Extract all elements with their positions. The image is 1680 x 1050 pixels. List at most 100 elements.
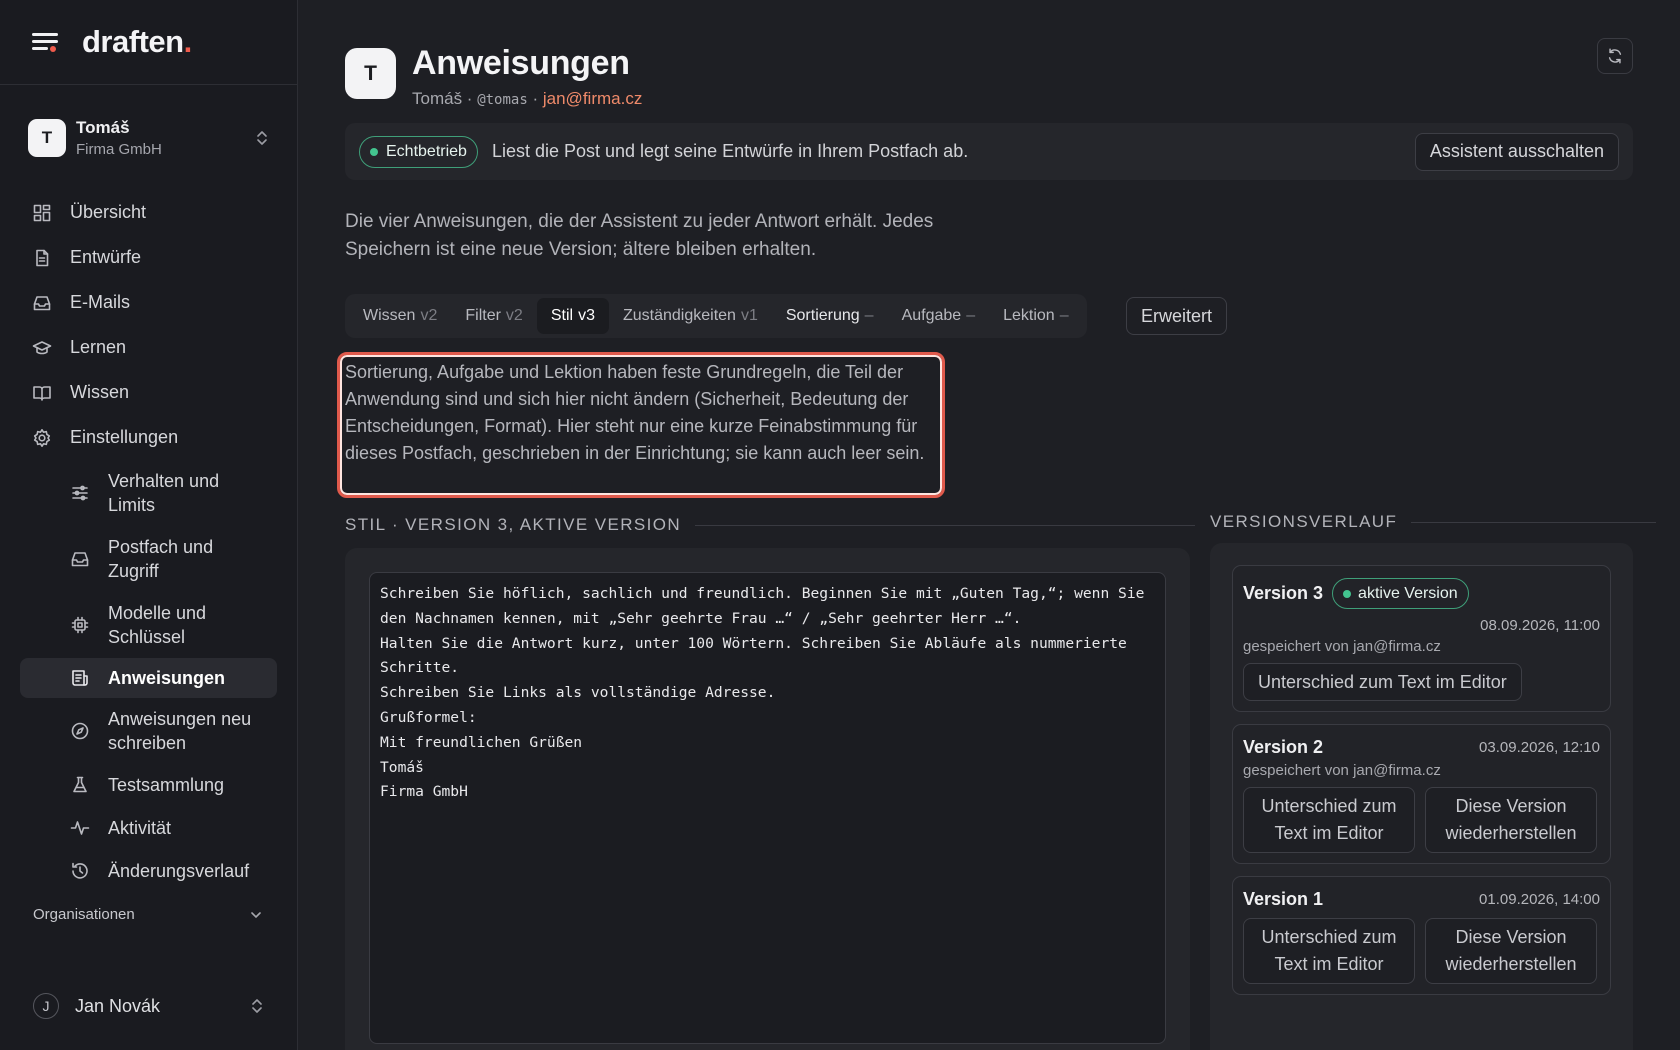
- nav-sub-label: Testsammlung: [108, 775, 225, 795]
- account-name: Tomáš: [76, 117, 130, 137]
- refresh-icon: [1608, 48, 1622, 64]
- refresh-button[interactable]: [1597, 38, 1633, 74]
- tab-sortierung[interactable]: Sortierung –: [772, 298, 888, 334]
- nav-item-label: Lernen: [70, 337, 127, 357]
- version-date: 03.09.2026, 12:10: [1479, 739, 1600, 756]
- nav-sub-postfach[interactable]: Postfach und Zugriff: [20, 526, 277, 592]
- tab-label: Aufgabe: [901, 307, 962, 324]
- brand-bar: draften.: [0, 0, 297, 85]
- book-icon: [32, 383, 52, 403]
- active-version-badge: aktive Version: [1332, 578, 1469, 609]
- nav-sub-label: Modelle und Schlüssel: [108, 603, 207, 647]
- graduation-cap-icon: [32, 338, 52, 358]
- account-switcher[interactable]: T Tomáš Firma GmbH: [0, 85, 297, 190]
- history-section-label: VERSIONSVERLAUF: [1210, 512, 1657, 532]
- tab-version: v3: [578, 307, 595, 324]
- intro-text: Die vier Anweisungen, die der Assistent …: [345, 211, 934, 260]
- divider: [1411, 521, 1657, 523]
- diff-button[interactable]: Unterschied zum Text im Editor: [1243, 663, 1522, 701]
- restore-version-button[interactable]: Diese Version wiederherstellen: [1425, 918, 1597, 984]
- divider: [695, 524, 1196, 526]
- app-logo[interactable]: draften.: [82, 24, 192, 60]
- instruction-tabs: Wissen v2 Filter v2 Stil v3 Zuständigkeiten…: [345, 294, 1087, 338]
- assistant-avatar: T: [345, 48, 396, 99]
- tab-label: Stil: [550, 307, 574, 324]
- nav-sub-aktivitaet[interactable]: Aktivität: [20, 806, 277, 849]
- status-dot-icon: [370, 147, 378, 156]
- version-date: 08.09.2026, 11:00: [1480, 617, 1600, 634]
- nav-item-lernen[interactable]: Lernen: [20, 325, 277, 370]
- tab-version: v1: [740, 307, 758, 324]
- sidebar: draften. T Tomáš Firma GmbH Übersicht En…: [0, 0, 298, 1050]
- nav-item-label: E-Mails: [70, 292, 131, 312]
- nav-item-entwuerfe[interactable]: Entwürfe: [20, 235, 277, 280]
- diff-button[interactable]: Unterschied zum Text im Editor: [1243, 918, 1415, 984]
- user-name: Jan Novák: [75, 995, 161, 1016]
- nav-sub-label: Änderungsverlauf: [108, 860, 250, 881]
- nav-item-uebersicht[interactable]: Übersicht: [20, 190, 277, 235]
- document-icon: [32, 248, 52, 268]
- page-title: Anweisungen: [412, 44, 630, 82]
- tab-version: –: [864, 307, 874, 324]
- diff-button[interactable]: Unterschied zum Text im Editor: [1243, 787, 1415, 853]
- tab-label: Filter: [465, 307, 501, 324]
- disable-assistant-button[interactable]: Assistent ausschalten: [1414, 132, 1619, 171]
- nav-sub-testsammlung[interactable]: Testsammlung: [20, 764, 277, 806]
- page-header: T Anweisungen Tomáš · @tomas · jan@firma…: [345, 44, 642, 109]
- organisations-toggle[interactable]: Organisationen: [33, 906, 263, 923]
- logo-dot: .: [183, 24, 193, 59]
- editor-section-label: STIL · VERSION 3, AKTIVE VERSION: [345, 515, 1196, 535]
- nav-sub-label: Verhalten und Limits: [108, 471, 220, 515]
- status-badge: Echtbetrieb: [359, 135, 478, 168]
- tab-version: –: [966, 307, 976, 324]
- nav-sub-aenderungsverlauf[interactable]: Änderungsverlauf: [20, 849, 277, 892]
- nav-item-emails[interactable]: E-Mails: [20, 280, 277, 325]
- tab-version: v2: [505, 307, 523, 324]
- version-date: 01.09.2026, 14:00: [1479, 891, 1600, 908]
- separator: ·: [527, 89, 543, 108]
- history-icon: [70, 861, 90, 881]
- flask-icon: [70, 775, 90, 795]
- tab-lektion[interactable]: Lektion –: [989, 298, 1083, 334]
- advanced-button[interactable]: Erweitert: [1126, 297, 1228, 335]
- user-avatar: J: [33, 993, 59, 1019]
- version-author: gespeichert von jan@firma.cz: [1243, 638, 1441, 655]
- page-subtitle: Tomáš · @tomas · jan@firma.cz: [412, 89, 642, 109]
- version-card: Version 1 01.09.2026, 14:00 Unterschied …: [1232, 876, 1611, 995]
- status-banner: Echtbetrieb Liest die Post und legt sein…: [345, 123, 1633, 180]
- gear-icon: [32, 428, 52, 448]
- main-nav: Übersicht Entwürfe E-Mails Lernen Wissen…: [0, 190, 297, 892]
- nav-sub-neu-schreiben[interactable]: Anweisungen neu schreiben: [20, 698, 277, 764]
- tab-aufgabe[interactable]: Aufgabe –: [888, 298, 990, 334]
- nav-sub-label: Anweisungen neu schreiben: [108, 709, 252, 753]
- tab-wissen[interactable]: Wissen v2: [349, 298, 451, 334]
- status-text: Liest die Post und legt seine Entwürfe i…: [491, 141, 969, 161]
- version-history: Version 3 aktive Version 08.09.2026, 11:…: [1210, 543, 1633, 1050]
- menu-icon[interactable]: [32, 31, 60, 53]
- account-company: Firma GmbH: [76, 140, 162, 158]
- tab-zustaendigkeiten[interactable]: Zuständigkeiten v1: [609, 298, 772, 334]
- tab-label: Zuständigkeiten: [622, 307, 736, 324]
- activity-icon: [70, 818, 90, 838]
- tab-stil[interactable]: Stil v3: [536, 298, 609, 334]
- editor-section-title: STIL · VERSION 3, AKTIVE VERSION: [345, 515, 682, 534]
- version-card: Version 3 aktive Version 08.09.2026, 11:…: [1232, 565, 1611, 712]
- logo-text: draften: [82, 24, 184, 59]
- nav-item-label: Einstellungen: [70, 427, 179, 447]
- restore-version-button[interactable]: Diese Version wiederherstellen: [1425, 787, 1597, 853]
- compass-icon: [70, 721, 90, 741]
- chevron-updown-icon: [255, 130, 269, 146]
- nav-sub-verhalten[interactable]: Verhalten und Limits: [20, 460, 277, 526]
- fixed-rules-note: Sortierung, Aufgabe und Lektion haben fe…: [337, 352, 945, 498]
- nav-item-wissen[interactable]: Wissen: [20, 370, 277, 415]
- nav-item-einstellungen[interactable]: Einstellungen: [20, 415, 277, 460]
- nav-sub-modelle[interactable]: Modelle und Schlüssel: [20, 592, 277, 658]
- user-menu[interactable]: J Jan Novák: [33, 993, 263, 1019]
- tab-label: Sortierung: [785, 307, 860, 324]
- tab-version: v2: [420, 307, 438, 324]
- nav-item-label: Wissen: [70, 382, 130, 402]
- tab-filter[interactable]: Filter v2: [451, 298, 536, 334]
- assistant-email-link[interactable]: jan@firma.cz: [543, 89, 642, 108]
- instruction-editor[interactable]: Schreiben Sie höflich, sachlich und freu…: [369, 572, 1166, 1044]
- nav-sub-anweisungen[interactable]: Anweisungen: [20, 658, 277, 698]
